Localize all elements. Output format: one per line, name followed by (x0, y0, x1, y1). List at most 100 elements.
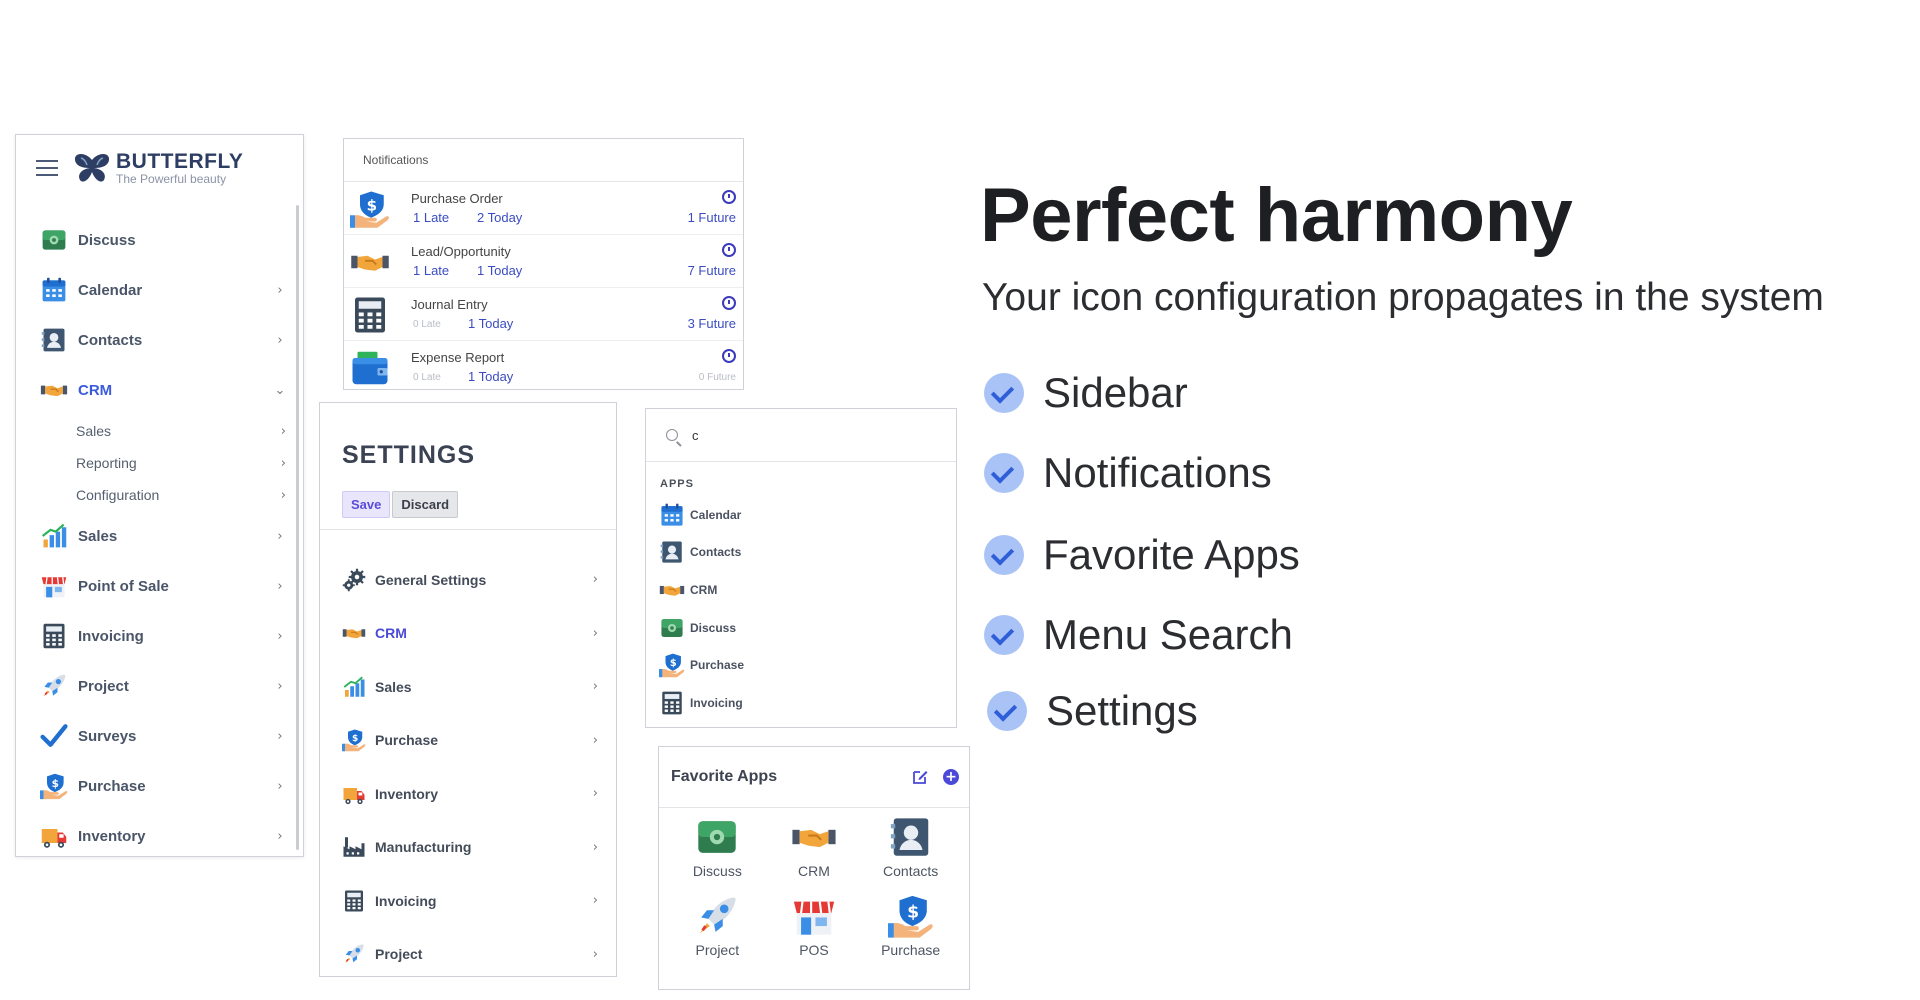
sidebar-item-project[interactable]: Project › (16, 661, 286, 711)
settings-item-purchase[interactable]: Purchase › (320, 714, 616, 768)
favorite-app-label: Discuss (692, 863, 742, 879)
favorite-app-label: CRM (798, 863, 830, 879)
chevron-right-icon[interactable]: › (274, 779, 286, 794)
favorite-app-discuss[interactable]: Discuss (669, 814, 766, 893)
chevron-right-icon[interactable]: › (274, 679, 286, 694)
search-result-label: Purchase (690, 658, 745, 673)
search-input[interactable] (690, 426, 934, 444)
settings-item-manufacturing[interactable]: Manufacturing › (320, 821, 616, 875)
clock-icon[interactable] (722, 296, 736, 310)
sidebar-scrollbar[interactable] (296, 205, 299, 850)
sidebar-item-contacts[interactable]: Contacts › (16, 315, 286, 365)
notification-row-lead-opportunity[interactable]: Lead/Opportunity 1 Late 1 Today 7 Future (344, 235, 743, 288)
notification-late-link[interactable]: 1 Late (413, 210, 449, 225)
notification-future-link[interactable]: 7 Future (688, 263, 736, 278)
sidebar-subitem-sales[interactable]: Sales › (16, 415, 286, 447)
sidebar-item-purchase[interactable]: Purchase › (16, 761, 286, 811)
chevron-right-icon[interactable]: › (593, 733, 598, 748)
chevron-right-icon[interactable]: › (274, 283, 286, 298)
favorite-app-purchase[interactable]: Purchase (862, 893, 959, 972)
sidebar-item-label: Contacts (78, 331, 143, 349)
clock-icon[interactable] (722, 243, 736, 257)
settings-item-general-settings[interactable]: General Settings › (320, 553, 616, 607)
sidebar-item-invoicing[interactable]: Invoicing › (16, 611, 286, 661)
notification-row-expense-report[interactable]: Expense Report 0 Late 1 Today 0 Future (344, 341, 743, 393)
notification-late-link[interactable]: 0 Late (413, 372, 441, 383)
settings-item-project[interactable]: Project › (320, 928, 616, 982)
settings-item-label: Purchase (375, 732, 439, 749)
notification-future-link[interactable]: 1 Future (688, 210, 736, 225)
search-result-discuss[interactable]: Discuss (646, 609, 956, 647)
notification-today-link[interactable]: 1 Today (468, 369, 513, 384)
clock-icon[interactable] (722, 349, 736, 363)
notification-future-link[interactable]: 0 Future (699, 372, 736, 383)
invoicing-calculator-icon (40, 622, 68, 650)
chevron-right-icon[interactable]: › (274, 829, 286, 844)
feature-label: Settings (1046, 687, 1198, 734)
sidebar-item-point-of-sale[interactable]: Point of Sale › (16, 561, 286, 611)
notification-future-link[interactable]: 3 Future (688, 316, 736, 331)
settings-item-invoicing[interactable]: Invoicing › (320, 874, 616, 928)
sidebar-subitem-configuration[interactable]: Configuration › (16, 479, 286, 511)
settings-item-label: Sales (375, 678, 412, 695)
chevron-right-icon[interactable]: › (281, 456, 286, 471)
hamburger-menu-icon[interactable] (36, 160, 58, 176)
save-button[interactable]: Save (342, 491, 391, 518)
settings-item-crm[interactable]: CRM › (320, 607, 616, 661)
chevron-right-icon[interactable]: › (593, 893, 598, 908)
sidebar-item-discuss[interactable]: Discuss (16, 215, 286, 265)
edit-icon[interactable] (911, 768, 929, 786)
search-result-purchase[interactable]: Purchase (646, 646, 956, 684)
favorite-app-project[interactable]: Project (669, 893, 766, 972)
favorite-app-crm[interactable]: CRM (766, 814, 863, 893)
notification-today-link[interactable]: 2 Today (477, 210, 522, 225)
chevron-right-icon[interactable]: › (593, 947, 598, 962)
feature-label: Menu Search (1043, 611, 1293, 658)
sidebar-item-calendar[interactable]: Calendar › (16, 265, 286, 315)
search-result-calendar[interactable]: Calendar (646, 496, 956, 534)
chevron-right-icon[interactable]: › (593, 626, 598, 641)
notification-today-link[interactable]: 1 Today (477, 263, 522, 278)
chevron-right-icon[interactable]: › (593, 679, 598, 694)
favorite-apps-title: Favorite Apps (671, 768, 778, 785)
chevron-down-icon[interactable]: ⌄ (274, 383, 286, 398)
chevron-right-icon[interactable]: › (593, 840, 598, 855)
chevron-right-icon[interactable]: › (593, 786, 598, 801)
chevron-right-icon[interactable]: › (274, 333, 286, 348)
sidebar-item-surveys[interactable]: Surveys › (16, 711, 286, 761)
sidebar-item-label: Discuss (78, 231, 136, 249)
sidebar-subitem-reporting[interactable]: Reporting › (16, 447, 286, 479)
sidebar-item-inventory[interactable]: Inventory › (16, 811, 286, 861)
add-favorite-icon[interactable]: + (943, 769, 959, 785)
favorite-apps-panel: Favorite Apps + Discuss CRM Contacts Pro… (658, 746, 970, 990)
notification-row-journal-entry[interactable]: Journal Entry 0 Late 1 Today 3 Future (344, 288, 743, 341)
clock-icon[interactable] (722, 190, 736, 204)
chevron-right-icon[interactable]: › (281, 424, 286, 439)
search-result-contacts[interactable]: Contacts (646, 534, 956, 572)
notification-today-link[interactable]: 1 Today (468, 316, 513, 331)
sidebar-item-label: Invoicing (78, 627, 144, 645)
favorite-app-pos[interactable]: POS (766, 893, 863, 972)
search-result-crm[interactable]: CRM (646, 571, 956, 609)
settings-item-sales[interactable]: Sales › (320, 660, 616, 714)
chevron-right-icon[interactable]: › (274, 529, 286, 544)
chevron-right-icon[interactable]: › (274, 579, 286, 594)
notification-late-link[interactable]: 1 Late (413, 263, 449, 278)
settings-title: SETTINGS (342, 441, 476, 469)
invoicing-calculator-icon (350, 295, 390, 335)
favorite-app-contacts[interactable]: Contacts (862, 814, 959, 893)
settings-item-inventory[interactable]: Inventory › (320, 767, 616, 821)
chevron-right-icon[interactable]: › (281, 488, 286, 503)
chevron-right-icon[interactable]: › (274, 729, 286, 744)
chevron-right-icon[interactable]: › (593, 572, 598, 587)
chevron-right-icon[interactable]: › (274, 629, 286, 644)
notification-row-purchase-order[interactable]: Purchase Order 1 Late 2 Today 1 Future (344, 182, 743, 235)
sidebar-item-label: CRM (78, 381, 113, 399)
search-result-label: Calendar (690, 507, 742, 522)
search-result-invoicing[interactable]: Invoicing (646, 684, 956, 722)
discard-button[interactable]: Discard (392, 491, 459, 518)
sidebar-item-sales[interactable]: Sales › (16, 511, 286, 561)
notification-late-link[interactable]: 0 Late (413, 319, 441, 330)
sidebar-item-crm[interactable]: CRM ⌄ (16, 365, 286, 415)
crm-handshake-icon (659, 577, 685, 603)
